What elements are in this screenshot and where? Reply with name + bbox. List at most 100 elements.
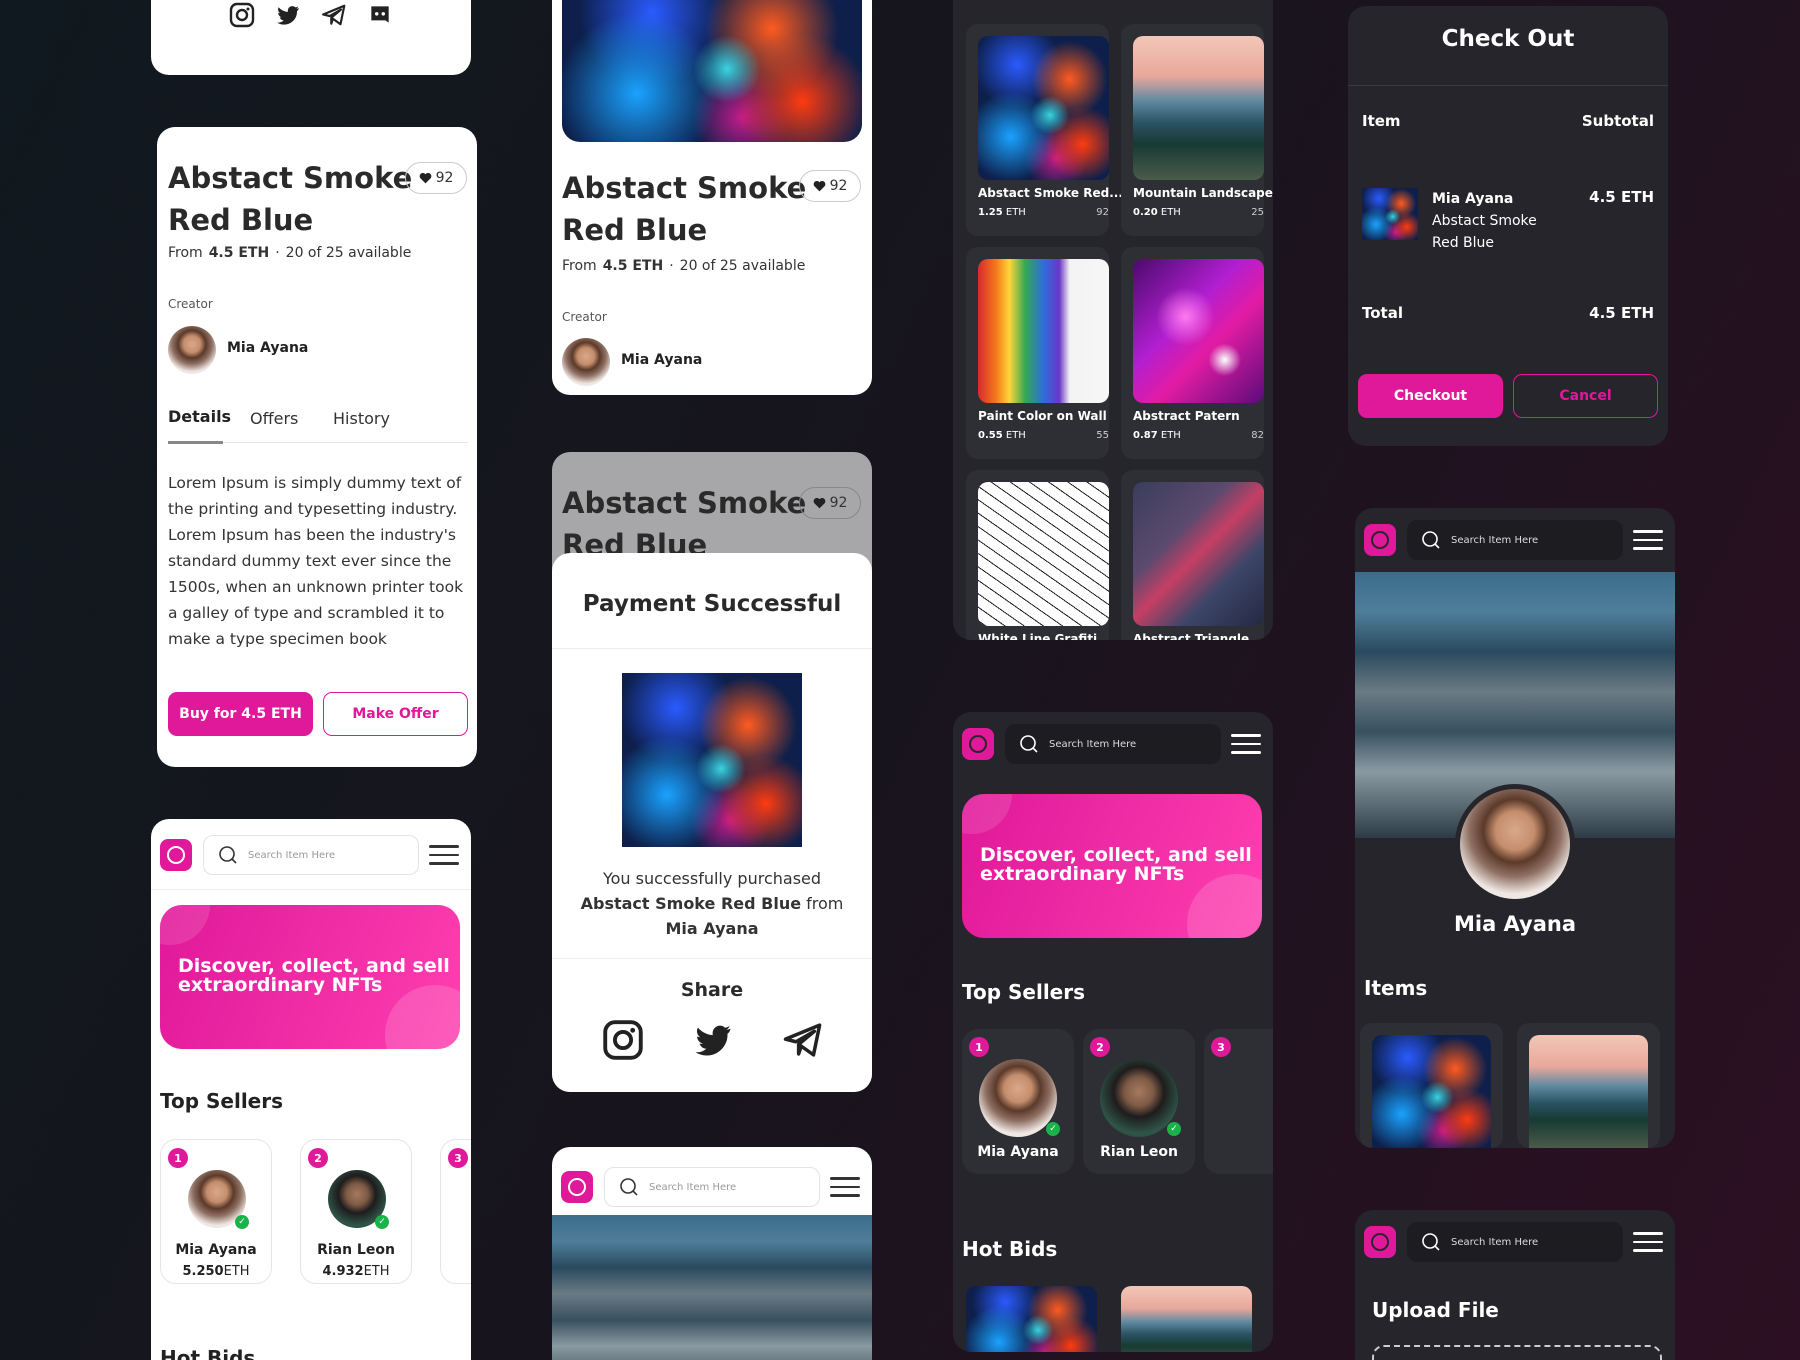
search-bar[interactable]: Search Item Here: [604, 1167, 820, 1207]
availability: 20 of 25 available: [679, 258, 806, 274]
nft-tile[interactable]: Mountain Landscape 0.20 ETH 25: [1121, 24, 1273, 236]
upload-title: Upload File: [1372, 1298, 1499, 1322]
creator-label: Creator: [562, 310, 607, 324]
seller-avatar: [1100, 1059, 1178, 1137]
heart-icon: [419, 172, 431, 184]
search-bar[interactable]: Search Item Here: [1407, 520, 1623, 560]
from-label: From: [168, 245, 203, 261]
nft-tile[interactable]: Abstract Patern 0.87 ETH 82: [1121, 247, 1264, 459]
upload-card: Search Item Here Upload File: [1355, 1210, 1675, 1360]
seller-card[interactable]: 3: [1204, 1029, 1273, 1174]
seller-card[interactable]: 3: [440, 1139, 471, 1284]
upload-dropzone[interactable]: [1372, 1345, 1662, 1360]
twitter-icon[interactable]: [692, 1019, 734, 1061]
hamburger-icon[interactable]: [1231, 728, 1261, 760]
tile-image: [978, 482, 1109, 626]
like-button[interactable]: 92: [405, 162, 467, 194]
tile-name: Paint Color on Wall: [978, 409, 1107, 423]
search-bar[interactable]: Search Item Here: [1407, 1222, 1623, 1262]
nft-title-line2: Red Blue: [562, 213, 708, 247]
tab-history[interactable]: History: [333, 409, 390, 428]
tab-offers[interactable]: Offers: [250, 409, 298, 428]
home-light-card: Search Item Here Discover, collect, and …: [151, 819, 471, 1360]
rank-badge: 2: [1090, 1037, 1110, 1057]
seller-name: Rian Leon: [1100, 1144, 1178, 1160]
profile-card: Search Item Here Mia Ayana Items: [1355, 508, 1675, 1148]
creator-avatar[interactable]: [168, 326, 216, 374]
home-city-card: Search Item Here: [552, 1147, 872, 1360]
seller-card[interactable]: 1 ✓ Mia Ayana: [962, 1029, 1074, 1174]
make-offer-button[interactable]: Make Offer: [323, 692, 468, 736]
seller-name: Mia Ayana: [977, 1144, 1059, 1160]
logo[interactable]: [1364, 1226, 1396, 1258]
twitter-icon[interactable]: [275, 2, 301, 28]
like-button[interactable]: 92: [799, 487, 861, 519]
seller-card[interactable]: 2 ✓ Rian Leon: [1083, 1029, 1195, 1174]
tile-image: [1133, 259, 1264, 403]
hamburger-icon[interactable]: [429, 839, 459, 871]
checkout-item-line2: Red Blue: [1432, 235, 1495, 251]
seller-card[interactable]: 1 ✓ Mia Ayana 5.250ETH: [160, 1139, 272, 1284]
discord-icon[interactable]: [367, 2, 393, 28]
search-icon: [1020, 735, 1038, 753]
nft-tile[interactable]: Abstract Triangle: [1121, 470, 1264, 640]
total-label: Total: [1362, 304, 1403, 322]
nft-title-line1: Abstact Smoke: [168, 161, 413, 195]
like-count: 92: [829, 495, 848, 511]
hamburger-icon[interactable]: [1633, 524, 1663, 556]
tab-details[interactable]: Details: [168, 407, 231, 426]
search-icon: [620, 1178, 638, 1196]
checkout-button[interactable]: Checkout: [1358, 374, 1503, 418]
logo[interactable]: [160, 839, 192, 871]
item-header: Item: [1362, 112, 1401, 130]
nft-title-line1: Abstact Smoke: [562, 486, 807, 520]
buy-button[interactable]: Buy for 4.5 ETH: [168, 692, 313, 736]
hero-title-line2: extraordinary NFTs: [980, 863, 1185, 885]
checkout-item-creator: Mia Ayana: [1432, 191, 1514, 207]
hot-bid-tile[interactable]: [1121, 1286, 1252, 1352]
cancel-button[interactable]: Cancel: [1513, 374, 1658, 418]
logo[interactable]: [1364, 524, 1396, 556]
nft-tile[interactable]: Abstact Smoke Red... 1.25 ETH 92: [966, 24, 1123, 236]
hot-bid-tile[interactable]: [966, 1286, 1097, 1352]
seller-card[interactable]: 2 ✓ Rian Leon 4.932ETH: [300, 1139, 412, 1284]
creator-name[interactable]: Mia Ayana: [227, 340, 308, 356]
logo[interactable]: [962, 728, 994, 760]
checkout-item-line1: Abstact Smoke: [1432, 213, 1537, 229]
profile-item-tile[interactable]: [1517, 1023, 1660, 1148]
hot-bids-heading: Hot Bids: [160, 1346, 256, 1360]
hamburger-icon[interactable]: [830, 1171, 860, 1203]
profile-item-tile[interactable]: [1360, 1023, 1503, 1148]
cover-image: [552, 1215, 872, 1360]
rank-badge: 1: [969, 1037, 989, 1057]
search-bar[interactable]: Search Item Here: [1005, 724, 1221, 764]
nft-image[interactable]: [562, 0, 862, 142]
telegram-icon[interactable]: [321, 2, 347, 28]
telegram-icon[interactable]: [782, 1019, 824, 1061]
price: 4.5 ETH: [208, 245, 270, 261]
hero-title-line2: extraordinary NFTs: [178, 974, 383, 996]
home-dark-card: Search Item Here Discover, collect, and …: [953, 712, 1273, 1352]
from-label: From: [562, 258, 597, 274]
tile-name: Abstract Triangle: [1133, 632, 1250, 640]
tab-indicator: [168, 441, 223, 444]
rank-badge: 2: [308, 1148, 328, 1168]
nft-tile[interactable]: Paint Color on Wall 0.55 ETH 55: [966, 247, 1109, 459]
nft-title-line2: Red Blue: [168, 203, 314, 237]
share-heading: Share: [680, 979, 744, 1001]
creator-name[interactable]: Mia Ayana: [621, 352, 702, 368]
instagram-icon[interactable]: [602, 1019, 644, 1061]
tile-likes: 82: [1251, 430, 1264, 441]
search-icon: [1422, 531, 1440, 549]
check-icon: ✓: [235, 1215, 249, 1229]
logo[interactable]: [561, 1171, 593, 1203]
nft-grid-card: Abstact Smoke Red... 1.25 ETH 92 Mountai…: [953, 0, 1273, 640]
availability: 20 of 25 available: [285, 245, 412, 261]
search-bar[interactable]: Search Item Here: [203, 835, 419, 875]
nft-tile[interactable]: White Line Grafiti: [966, 470, 1109, 640]
hamburger-icon[interactable]: [1633, 1226, 1663, 1258]
instagram-icon[interactable]: [229, 2, 255, 28]
nft-title-line1: Abstact Smoke: [562, 171, 807, 205]
creator-avatar[interactable]: [562, 338, 610, 386]
like-button[interactable]: 92: [799, 170, 861, 202]
